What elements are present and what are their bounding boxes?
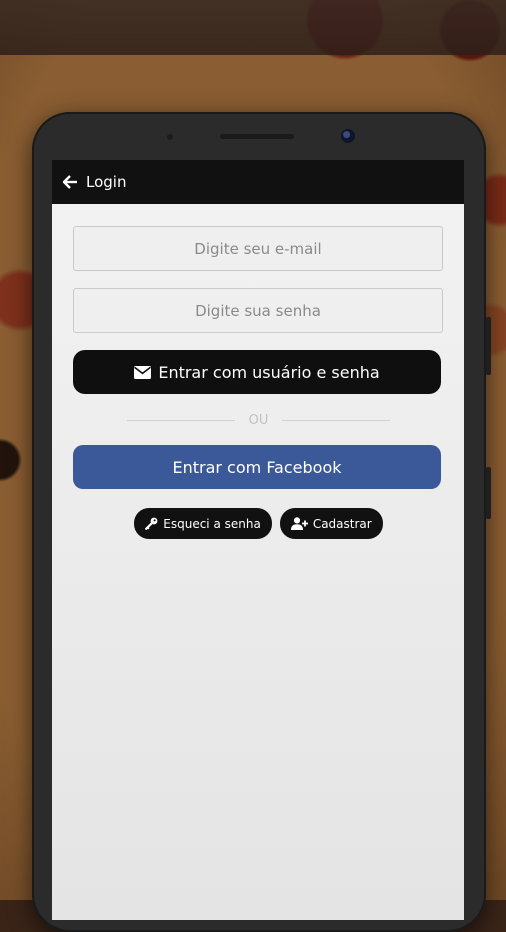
password-field[interactable] <box>73 288 443 333</box>
phone-volume-button <box>486 317 491 375</box>
phone-sensor <box>167 134 173 140</box>
app-bar: Login <box>52 160 464 204</box>
user-plus-icon <box>290 517 308 530</box>
envelope-icon <box>134 365 152 379</box>
app-screen: Login Entrar com usuário e senha OU <box>52 160 464 920</box>
page-title[interactable]: Login <box>86 173 126 191</box>
forgot-password-button[interactable]: Esqueci a senha <box>134 508 272 539</box>
email-field[interactable] <box>73 226 443 271</box>
register-button[interactable]: Cadastrar <box>279 508 383 539</box>
phone-power-button <box>486 467 491 519</box>
divider-text: OU <box>248 412 269 428</box>
secondary-actions: Esqueci a senha Cadastrar <box>73 508 444 539</box>
facebook-login-button[interactable]: Entrar com Facebook <box>73 445 441 489</box>
login-button[interactable]: Entrar com usuário e senha <box>73 350 441 394</box>
key-icon <box>145 517 158 530</box>
register-label: Cadastrar <box>312 516 372 531</box>
divider-line-right <box>282 419 391 421</box>
phone-frame: Login Entrar com usuário e senha OU <box>32 112 491 932</box>
divider-line-left <box>126 419 235 421</box>
login-button-label: Entrar com usuário e senha <box>158 362 380 382</box>
or-divider: OU <box>73 407 444 433</box>
phone-camera <box>341 129 355 143</box>
phone-speaker <box>220 134 294 139</box>
forgot-password-label: Esqueci a senha <box>163 516 261 531</box>
login-form: Entrar com usuário e senha OU Entrar com… <box>52 204 464 539</box>
facebook-button-label: Entrar com Facebook <box>172 457 342 477</box>
arrow-left-icon[interactable] <box>62 174 78 190</box>
